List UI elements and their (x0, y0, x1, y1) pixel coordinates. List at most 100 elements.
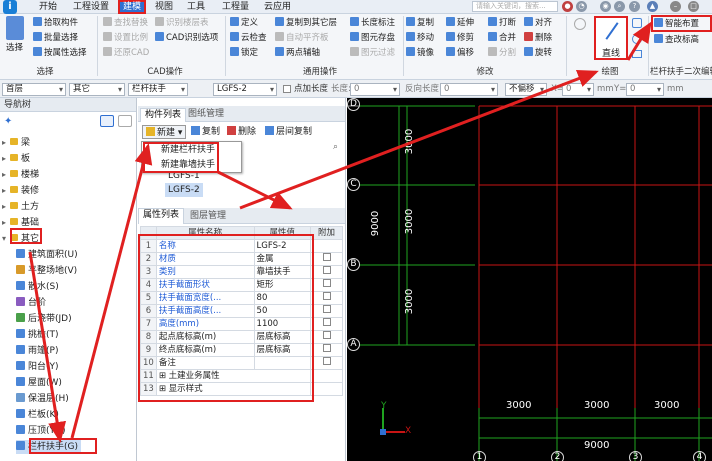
element-filter-button[interactable]: 图元过滤 (350, 47, 395, 59)
offset-button[interactable]: 偏移 (446, 47, 474, 59)
nav-item[interactable]: 阳台(Y) (16, 360, 59, 374)
rect-icon[interactable] (632, 50, 642, 58)
identify-floor-table-button[interactable]: 识别楼层表 (155, 17, 209, 29)
expand-toggle-icon[interactable]: ▸ (2, 136, 10, 150)
login-icon[interactable]: ▲ (647, 1, 658, 12)
expand-toggle-icon[interactable]: ▸ (2, 184, 10, 198)
x-input[interactable]: 0 (562, 83, 594, 96)
point-icon[interactable] (574, 18, 586, 30)
search-input[interactable]: 请输入关键词，搜索... (472, 1, 558, 12)
search-icon[interactable]: ⌕ (333, 142, 338, 152)
nav-item[interactable]: 台阶 (16, 296, 46, 310)
expand-toggle-icon[interactable]: ▸ (2, 152, 10, 166)
property-extra[interactable] (310, 265, 343, 279)
select-icon[interactable] (6, 16, 24, 40)
pin-icon[interactable]: ✦ (4, 116, 12, 127)
restore-cad-button[interactable]: 还原CAD (103, 47, 149, 59)
menu-start[interactable]: 开始 (36, 1, 60, 13)
drawing-canvas[interactable]: D C B A 1 2 3 4 3000 3000 3000 9000 3000… (347, 98, 712, 461)
extra-checkbox[interactable] (322, 266, 331, 274)
nav-item[interactable]: 雨篷(P) (16, 344, 58, 358)
menu-modeling[interactable]: 建模 (118, 0, 147, 14)
break-button[interactable]: 打断 (488, 17, 516, 29)
extra-checkbox[interactable] (322, 344, 331, 352)
menu-view[interactable]: 视图 (152, 1, 176, 13)
point-length-checkbox[interactable] (283, 85, 291, 93)
line-draw-button[interactable]: 直线 (594, 16, 628, 60)
expand-toggle-icon[interactable]: ▾ (2, 232, 10, 246)
copy-button[interactable]: 复制 (406, 17, 434, 29)
component-select[interactable]: 栏杆扶手 (128, 83, 188, 96)
expand-toggle-icon[interactable]: ▸ (2, 168, 10, 182)
list-view-icon[interactable] (100, 115, 114, 127)
tab-property-list[interactable]: 属性列表 (138, 208, 185, 224)
extra-checkbox[interactable] (322, 357, 331, 365)
define-button[interactable]: 定义 (230, 17, 258, 29)
expand-toggle-icon[interactable]: ▸ (2, 216, 10, 230)
set-scale-button[interactable]: 设置比例 (103, 32, 148, 44)
length-dim-button[interactable]: 长度标注 (350, 17, 395, 29)
lock-button[interactable]: 锁定 (230, 47, 258, 59)
property-extra[interactable] (310, 382, 343, 396)
bell-icon[interactable]: ◉ (600, 1, 611, 12)
split-button[interactable]: 分割 (488, 47, 516, 59)
merge-button[interactable]: 合并 (488, 32, 516, 44)
extra-checkbox[interactable] (322, 292, 331, 300)
property-extra[interactable] (310, 278, 343, 292)
nav-item[interactable]: 后浇带(JD) (16, 312, 72, 326)
find-replace-button[interactable]: 查找替换 (103, 17, 148, 29)
delete-button[interactable]: 删除 (524, 32, 552, 44)
property-extra[interactable] (310, 369, 343, 383)
grid-view-icon[interactable] (118, 115, 132, 127)
nav-item[interactable]: 挑檐(T) (16, 328, 59, 342)
extra-checkbox[interactable] (322, 305, 331, 313)
trim-button[interactable]: 修剪 (446, 32, 474, 44)
save-element-button[interactable]: 图元存盘 (350, 32, 395, 44)
mirror-button[interactable]: 镜像 (406, 47, 434, 59)
user-icon[interactable]: ◔ (576, 1, 587, 12)
batch-select-button[interactable]: 批量选择 (33, 32, 78, 44)
property-extra[interactable] (310, 304, 343, 318)
expand-toggle-icon[interactable]: ▸ (2, 200, 10, 214)
help-icon[interactable]: ? (629, 1, 640, 12)
nav-item[interactable]: 平整场地(V) (16, 264, 77, 278)
property-extra[interactable] (310, 239, 343, 253)
nav-item[interactable]: 建筑面积(U) (16, 248, 78, 262)
circle-icon[interactable] (632, 34, 642, 44)
length-input[interactable]: 0 (350, 83, 400, 96)
menu-cloud[interactable]: 云应用 (261, 1, 294, 13)
smart-layout-button[interactable]: 智能布置 (651, 15, 712, 32)
property-extra[interactable] (310, 317, 343, 331)
copy-component-button[interactable]: 复制 (191, 125, 220, 139)
copy-to-floor-button[interactable]: 复制到其它层 (275, 17, 337, 29)
minimize-icon[interactable]: – (670, 1, 681, 12)
extra-checkbox[interactable] (322, 279, 331, 287)
extra-checkbox[interactable] (322, 253, 331, 261)
nav-item[interactable]: 散水(S) (16, 280, 59, 294)
cloud-check-button[interactable]: 云检查 (230, 32, 267, 44)
floor-copy-button[interactable]: 层间复制 (265, 125, 312, 139)
rotate-button[interactable]: 旋转 (524, 47, 552, 59)
property-extra[interactable] (310, 252, 343, 266)
menu-project-settings[interactable]: 工程设置 (70, 1, 112, 13)
extra-checkbox[interactable] (322, 318, 331, 326)
y-input[interactable]: 0 (626, 83, 664, 96)
property-extra[interactable] (310, 330, 343, 344)
select-button[interactable]: 选择 (6, 42, 23, 54)
pick-component-button[interactable]: 拾取构件 (33, 17, 78, 29)
property-extra[interactable] (310, 343, 343, 357)
nav-item[interactable]: 保温层(H) (16, 392, 69, 406)
two-point-axis-button[interactable]: 两点辅轴 (275, 47, 320, 59)
change-elevation-button[interactable]: 查改标高 (654, 34, 699, 46)
type-select[interactable]: 其它 (69, 83, 125, 96)
tab-component-list[interactable]: 构件列表 (140, 108, 187, 122)
floor-select[interactable]: 首层 (2, 83, 66, 96)
tab-layer-manager[interactable]: 图层管理 (186, 210, 230, 224)
nav-item[interactable]: 栏板(K) (16, 408, 59, 422)
menu-quantity[interactable]: 工程量 (219, 1, 252, 13)
nav-item[interactable]: 屋面(W) (16, 376, 62, 390)
nav-item[interactable]: ▸ 楼梯 (2, 168, 39, 182)
list-item-lgfs-2[interactable]: LGFS-2 (165, 183, 203, 197)
extra-checkbox[interactable] (322, 331, 331, 339)
arc-icon[interactable] (632, 18, 642, 28)
